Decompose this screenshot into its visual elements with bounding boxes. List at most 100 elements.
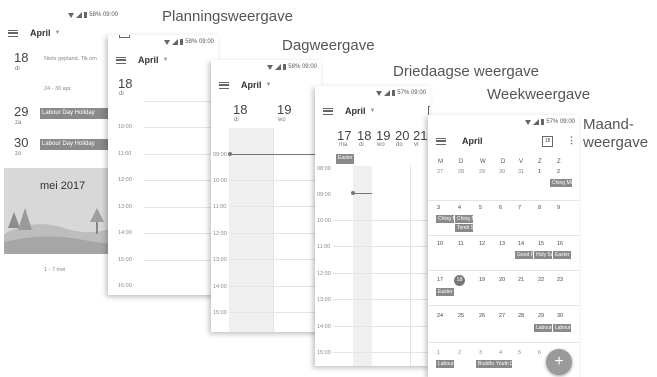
date-cell[interactable]: 5 — [518, 350, 521, 356]
hour-label: 09:00 — [317, 192, 331, 198]
date-cell[interactable]: 15 — [538, 241, 544, 247]
label-day-view: Dagweergave — [282, 37, 375, 54]
event-chip[interactable]: Easter S — [553, 251, 571, 259]
month-title[interactable]: April — [345, 106, 366, 116]
day-name: di — [359, 142, 364, 148]
event-chip[interactable]: Labour — [436, 360, 454, 368]
date-cell[interactable]: 31 — [518, 169, 524, 175]
hour-label: 13:00 — [317, 297, 331, 303]
date-cell[interactable]: 30 — [499, 169, 505, 175]
event-labour-day[interactable]: Labour Day Holiday — [40, 108, 114, 119]
date-cell[interactable]: 17 — [437, 277, 443, 283]
date-cell[interactable]: 5 — [479, 205, 482, 211]
event-chip[interactable]: Ching Mi — [455, 215, 473, 223]
week-row-line — [428, 235, 579, 236]
event-chip[interactable]: Ching Ming — [550, 179, 572, 187]
month-title[interactable]: April — [30, 28, 51, 38]
date-cell[interactable]: 27 — [499, 313, 505, 319]
event-chip[interactable]: Good Fri — [515, 251, 533, 259]
date-cell[interactable]: 23 — [557, 277, 563, 283]
date-cell[interactable]: 12 — [479, 241, 485, 247]
event-easter[interactable]: Easter — [336, 154, 354, 164]
date-cell[interactable]: 26 — [479, 313, 485, 319]
month-title[interactable]: April — [462, 136, 483, 146]
event-chip[interactable]: Labour Day — [553, 324, 571, 332]
date-cell[interactable]: 6 — [538, 350, 541, 356]
date-cell[interactable]: 22 — [538, 277, 544, 283]
date-cell[interactable]: 13 — [499, 241, 505, 247]
date-cell[interactable]: 2 — [458, 350, 461, 356]
hour-label: 09:00 — [213, 152, 227, 158]
menu-icon[interactable] — [116, 56, 126, 64]
wifi-icon — [376, 90, 383, 96]
status-text: 58% 09:00 — [288, 64, 317, 70]
event-labour-day[interactable]: Labour Day Holiday — [40, 139, 114, 150]
calendar-icon[interactable]: 18 — [119, 35, 130, 38]
week-row-line — [428, 200, 579, 201]
month-title[interactable]: April — [138, 55, 159, 65]
day-number: 19 — [376, 128, 391, 143]
today-marker[interactable]: 18 — [454, 275, 465, 286]
date-cell[interactable]: 10 — [437, 241, 443, 247]
column-divider — [273, 128, 274, 332]
date-cell[interactable]: 30 — [557, 313, 563, 319]
wifi-icon — [267, 64, 274, 70]
event-chip[interactable]: Easter M — [436, 288, 454, 296]
event-chip[interactable]: Youth D — [494, 360, 512, 368]
date-cell[interactable]: 6 — [499, 205, 502, 211]
calendar-icon[interactable]: 18 — [542, 136, 553, 147]
more-icon[interactable]: ⋮ — [567, 135, 576, 146]
date-cell[interactable]: 1 — [437, 350, 440, 356]
event-chip[interactable]: Labour — [534, 324, 552, 332]
banner-month-text: mei 2017 — [40, 180, 86, 192]
date-cell[interactable]: 4 — [458, 205, 461, 211]
hour-label: 16:00 — [118, 283, 132, 289]
week-range-label: 24 - 30 apr. — [44, 86, 72, 92]
chevron-down-icon[interactable]: ▼ — [266, 82, 272, 88]
menu-icon[interactable] — [436, 137, 446, 145]
date-cell[interactable]: 16 — [557, 241, 563, 247]
date-cell[interactable]: 3 — [437, 205, 440, 211]
hour-line — [144, 207, 218, 208]
date-cell[interactable]: 24 — [437, 313, 443, 319]
add-event-button[interactable]: + — [546, 349, 572, 375]
day-number: 30 — [14, 135, 29, 150]
hour-line — [333, 220, 430, 221]
weekday-label: M — [438, 159, 443, 165]
date-cell[interactable]: 3 — [479, 350, 482, 356]
date-cell[interactable]: 19 — [479, 277, 485, 283]
date-cell[interactable]: 7 — [518, 205, 521, 211]
date-cell[interactable]: 29 — [479, 169, 485, 175]
date-cell[interactable]: 28 — [458, 169, 464, 175]
chevron-down-icon[interactable]: ▼ — [163, 57, 169, 63]
event-chip[interactable]: Tomb Sw — [455, 224, 473, 232]
date-cell[interactable]: 8 — [538, 205, 541, 211]
date-cell[interactable]: 29 — [538, 313, 544, 319]
date-cell[interactable]: 27 — [437, 169, 443, 175]
date-cell[interactable]: 1 — [538, 169, 541, 175]
date-cell[interactable]: 11 — [458, 241, 464, 247]
date-cell[interactable]: 14 — [518, 241, 524, 247]
nothing-planned-text[interactable]: Niets gepland. Tik om — [44, 56, 97, 62]
date-cell[interactable]: 9 — [557, 205, 560, 211]
date-cell[interactable]: 21 — [518, 277, 524, 283]
hour-line — [333, 299, 430, 300]
date-cell[interactable]: 28 — [518, 313, 524, 319]
event-chip[interactable]: Buddha — [476, 360, 494, 368]
event-chip[interactable]: Holy Sat — [534, 251, 552, 259]
event-chip[interactable]: Ching Mi — [436, 215, 454, 223]
chevron-down-icon[interactable]: ▼ — [55, 30, 61, 36]
date-cell[interactable]: 25 — [458, 313, 464, 319]
current-time-dot — [228, 152, 232, 156]
date-cell[interactable]: 4 — [499, 350, 502, 356]
hour-label: 10:00 — [213, 178, 227, 184]
chevron-down-icon[interactable]: ▼ — [370, 108, 376, 114]
month-title[interactable]: April — [241, 80, 262, 90]
date-cell[interactable]: 20 — [499, 277, 505, 283]
app-bar: April ▼ — [108, 49, 218, 71]
menu-icon[interactable] — [323, 107, 333, 115]
menu-icon[interactable] — [8, 29, 18, 37]
menu-icon[interactable] — [219, 81, 229, 89]
more-icon[interactable]: ⋮ — [145, 35, 154, 36]
date-cell[interactable]: 2 — [557, 169, 560, 175]
